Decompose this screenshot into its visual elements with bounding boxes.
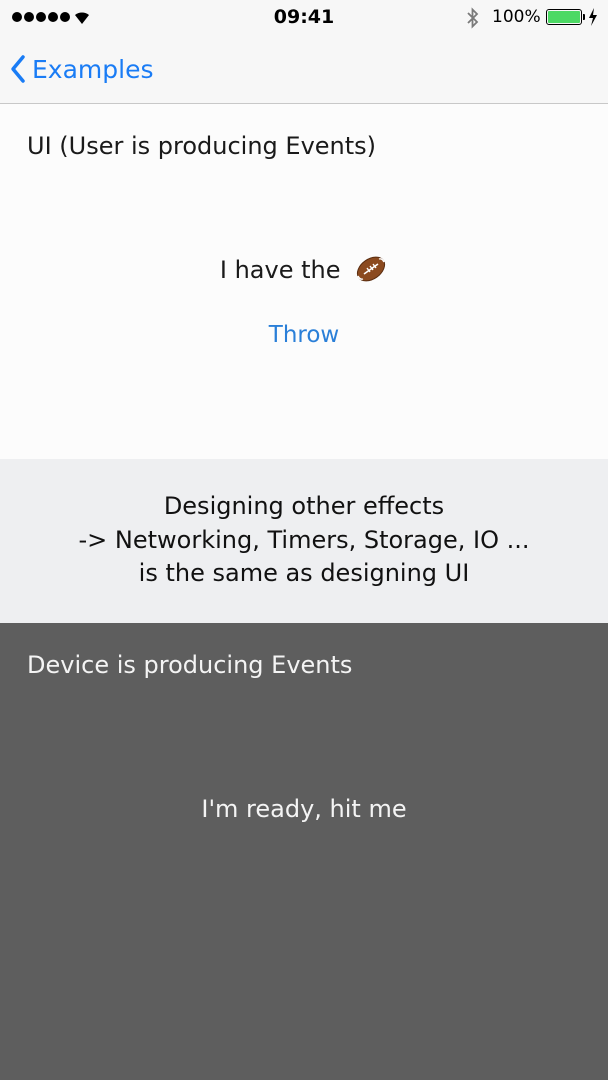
ball-status-text: I have the xyxy=(219,256,341,284)
status-bar: 09:41 100% xyxy=(0,0,608,36)
football-icon xyxy=(357,256,386,282)
info-line-2: -> Networking, Timers, Storage, IO ... xyxy=(78,526,530,554)
device-status-text: I'm ready, hit me xyxy=(201,795,407,823)
charging-bolt-icon xyxy=(589,8,597,26)
battery-cap xyxy=(583,14,585,20)
battery-percent: 100% xyxy=(492,7,541,27)
battery-level-fill xyxy=(548,11,580,23)
device-section-title: Device is producing Events xyxy=(27,651,353,679)
throw-button[interactable]: Throw xyxy=(254,322,354,348)
bluetooth-icon xyxy=(467,7,479,29)
ui-events-section: UI (User is producing Events) I have the… xyxy=(0,104,608,459)
screen: 09:41 100% Examples UI (User is producin… xyxy=(0,0,608,1080)
device-events-section[interactable]: Device is producing Events I'm ready, hi… xyxy=(0,623,608,1080)
chevron-left-icon xyxy=(11,55,25,83)
battery-icon xyxy=(546,9,582,25)
back-button[interactable]: Examples xyxy=(10,50,153,88)
info-line-3: is the same as designing UI xyxy=(138,559,470,587)
info-line-1: Designing other effects xyxy=(163,492,445,520)
ui-section-title: UI (User is producing Events) xyxy=(27,132,377,160)
back-button-label: Examples xyxy=(32,54,154,84)
info-section: Designing other effects -> Networking, T… xyxy=(0,459,608,623)
ball-status: I have the xyxy=(0,254,608,284)
navigation-bar: Examples xyxy=(0,36,608,104)
